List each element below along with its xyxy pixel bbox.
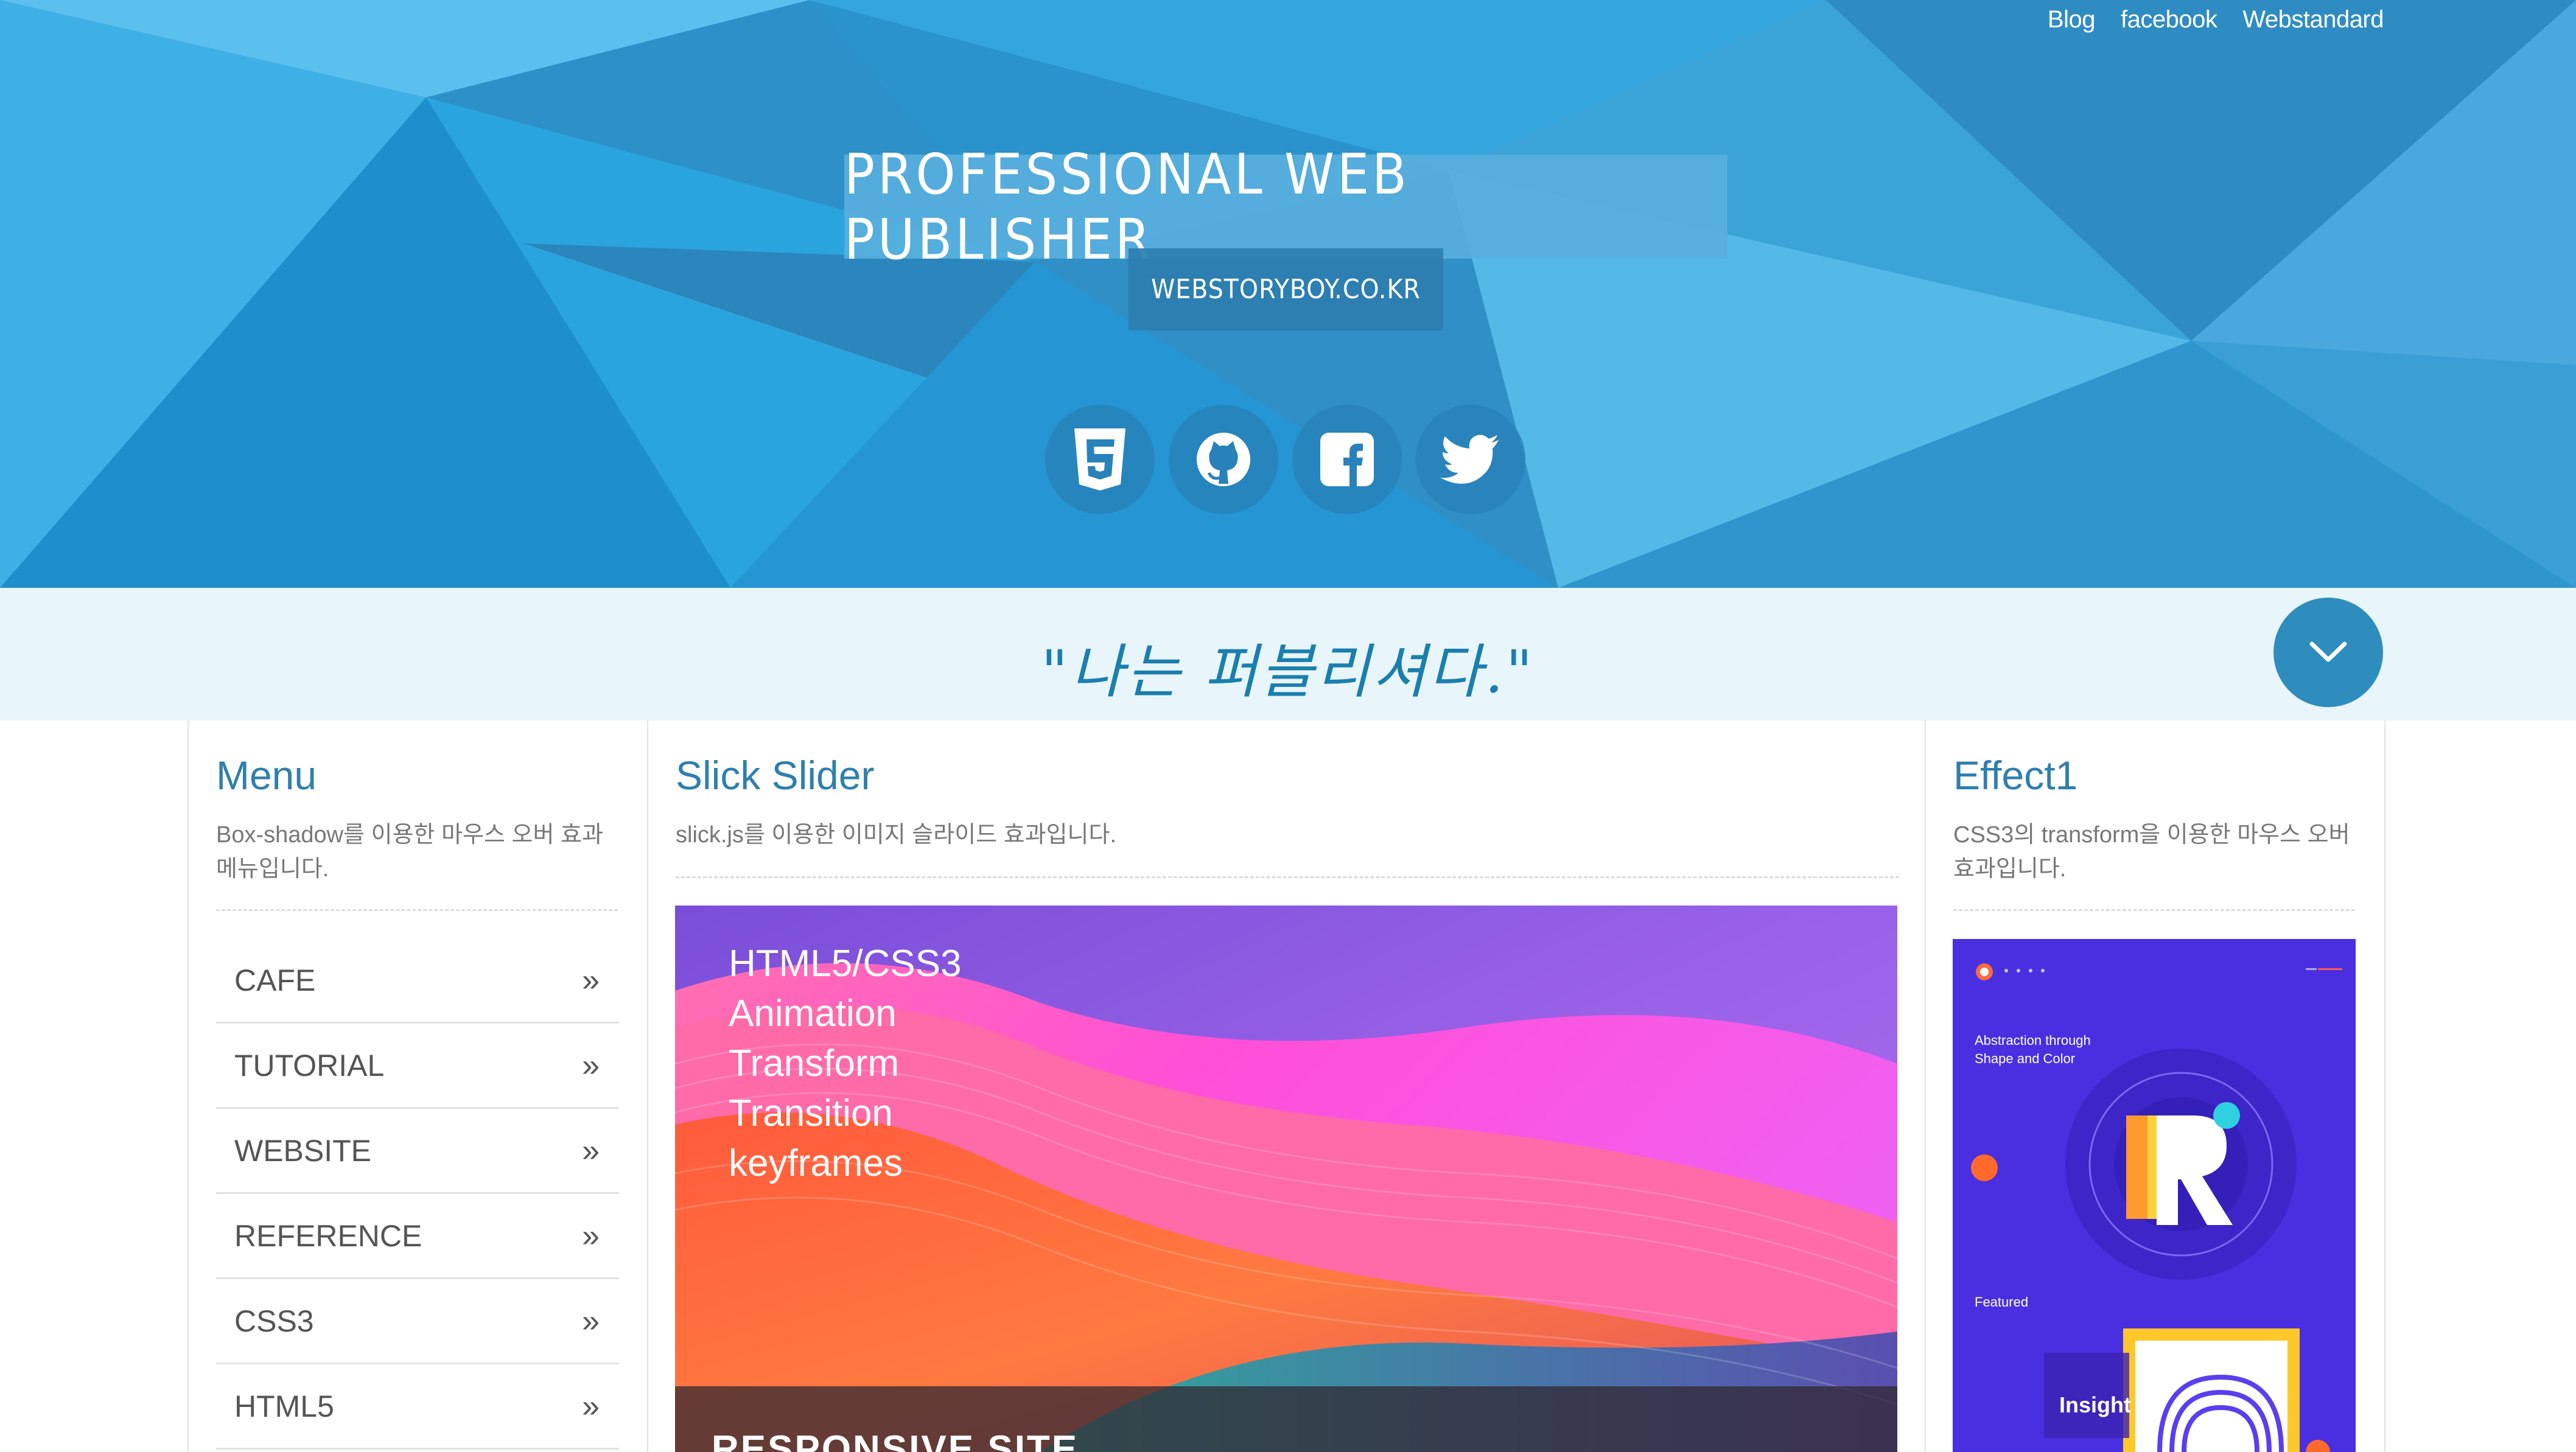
facebook-icon[interactable]: [1292, 405, 1402, 514]
divider: [1953, 909, 2355, 911]
menu-item-cafe[interactable]: CAFE »: [216, 938, 619, 1024]
double-chevron-right-icon: »: [582, 1388, 600, 1424]
slider-description: slick.js를 이용한 이미지 슬라이드 효과입니다.: [676, 822, 1117, 848]
effect-image-featured: Featured: [1975, 1294, 2029, 1310]
title-box: PROFESSIONAL WEB PUBLISHER: [844, 142, 1727, 272]
divider: [676, 876, 1899, 878]
twitter-icon[interactable]: [1416, 405, 1525, 514]
slider-image[interactable]: HTML5/CSS3 Animation Transform Transitio…: [675, 906, 1897, 1452]
top-links: Blog facebook Webstandard: [2048, 6, 2384, 33]
effect-image-text: Shape and Color: [1975, 1051, 2076, 1066]
chevron-down-icon: [2309, 641, 2347, 662]
effect-artwork: [1953, 939, 2356, 1452]
double-chevron-right-icon: »: [582, 962, 600, 998]
menu-title: Menu: [216, 753, 317, 798]
divider: [216, 909, 618, 911]
menu-item-label: TUTORIAL: [234, 1048, 385, 1083]
slider-title: Slick Slider: [676, 753, 875, 798]
slide-line: keyframes: [729, 1142, 903, 1184]
slide-caption: RESPONSIVE SITE: [712, 1428, 1079, 1452]
menu-item-tutorial[interactable]: TUTORIAL »: [216, 1024, 619, 1109]
double-chevron-right-icon: »: [582, 1303, 600, 1339]
blog-link[interactable]: Blog: [2048, 6, 2096, 33]
quote-text: "나는 퍼블리셔다.": [1041, 638, 1535, 706]
effect-image-heading: Abstraction through Shape and Color: [1975, 1031, 2091, 1068]
html5-icon[interactable]: [1045, 405, 1155, 514]
menu-item-label: CSS3: [234, 1304, 314, 1338]
slide-line: HTML5/CSS3: [729, 943, 962, 985]
effect-image-insight: Insight: [2059, 1392, 2131, 1417]
double-chevron-right-icon: »: [582, 1218, 600, 1254]
facebook-link[interactable]: facebook: [2121, 6, 2217, 33]
effect-image[interactable]: Abstraction through Shape and Color Feat…: [1953, 939, 2356, 1452]
slide-caption-bar: RESPONSIVE SITE: [675, 1386, 1897, 1452]
social-links: [1045, 405, 1525, 514]
effect-image-text: Abstraction through: [1975, 1033, 2091, 1048]
double-chevron-right-icon: »: [582, 1047, 600, 1083]
slide-line: Transition: [729, 1092, 893, 1134]
site-subtitle: WEBSTORYBOY.CO.KR: [1151, 274, 1421, 305]
webstandard-link[interactable]: Webstandard: [2242, 6, 2384, 33]
effect-description: CSS3의 transform을 이용한 마우스 오버효과입니다.: [1953, 822, 2350, 882]
slide-text: HTML5/CSS3 Animation Transform Transitio…: [729, 939, 961, 1188]
menu-item-label: CAFE: [234, 963, 316, 997]
effect-title: Effect1: [1953, 753, 2078, 798]
subtitle-box[interactable]: WEBSTORYBOY.CO.KR: [1129, 248, 1443, 330]
menu-item-label: HTML5: [234, 1389, 334, 1423]
menu-item-label: WEBSITE: [234, 1133, 372, 1168]
menu-item-css3[interactable]: CSS3 »: [216, 1279, 619, 1364]
menu-description: Box-shadow를 이용한 마우스 오버 효과 메뉴입니다.: [216, 822, 603, 882]
menu-item-label: REFERENCE: [234, 1218, 422, 1253]
slide-line: Animation: [729, 993, 897, 1035]
scroll-down-button[interactable]: [2273, 598, 2383, 707]
menu-item-website[interactable]: WEBSITE »: [216, 1109, 619, 1194]
github-icon[interactable]: [1169, 405, 1278, 514]
quote-bar: "나는 퍼블리셔다.": [0, 588, 2576, 721]
slide-line: Transform: [729, 1042, 900, 1084]
hero-header: Blog facebook Webstandard PROFESSIONAL W…: [0, 0, 2576, 588]
menu-item-html5[interactable]: HTML5 »: [216, 1364, 619, 1450]
menu-item-reference[interactable]: REFERENCE »: [216, 1194, 619, 1279]
double-chevron-right-icon: »: [582, 1133, 600, 1168]
